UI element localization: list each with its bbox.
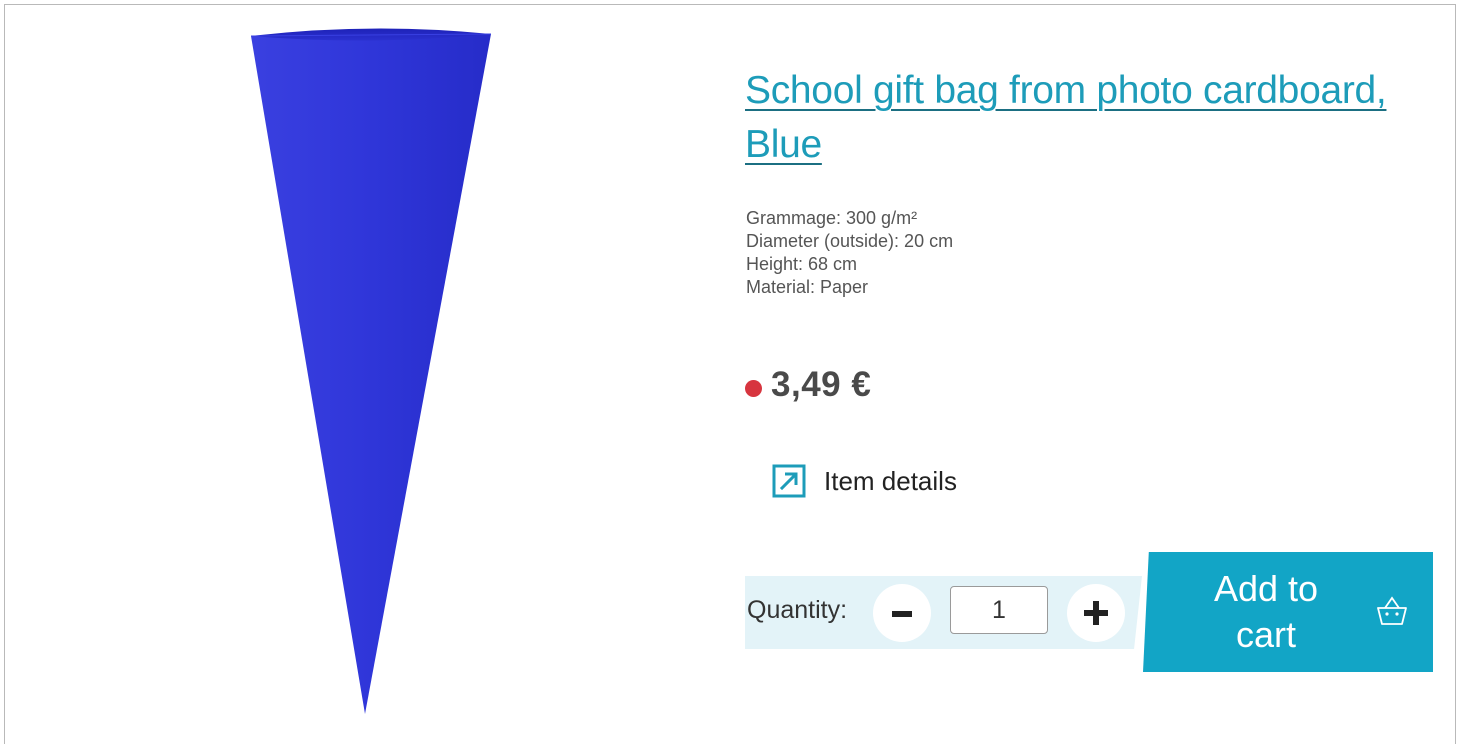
add-to-cart-label-line1: Add to <box>1213 568 1319 609</box>
availability-dot <box>745 379 762 397</box>
spec-material: Material: Paper <box>746 277 869 297</box>
quantity-input[interactable] <box>950 586 1048 634</box>
shopping-basket-icon <box>1375 594 1409 633</box>
product-specs: Grammage: 300 g/m² Diameter (outside): 2… <box>746 207 953 299</box>
external-link-arrow-icon <box>772 464 806 498</box>
spec-grammage: Grammage: 300 g/m² <box>746 208 918 228</box>
increase-quantity-button[interactable] <box>1067 584 1125 642</box>
add-to-cart-button[interactable]: Add to cart <box>1143 552 1433 672</box>
spec-height: Height: 68 cm <box>746 254 858 274</box>
add-to-cart-label: Add to cart <box>1191 566 1341 658</box>
product-price: 3,49 € <box>771 365 872 404</box>
decrease-quantity-button[interactable] <box>873 584 931 642</box>
product-title[interactable]: School gift bag from photo cardboard, Bl… <box>745 64 1415 172</box>
product-image[interactable] <box>245 24 500 716</box>
spec-diameter: Diameter (outside): 20 cm <box>746 231 954 251</box>
quantity-label: Quantity: <box>747 596 848 624</box>
item-details-label: Item details <box>824 465 957 496</box>
price-row: 3,49 € <box>745 365 871 405</box>
minus-icon <box>892 611 912 617</box>
item-details-link[interactable]: Item details <box>772 464 957 498</box>
add-to-cart-label-line2: cart <box>1235 614 1296 655</box>
plus-icon <box>1084 601 1108 625</box>
